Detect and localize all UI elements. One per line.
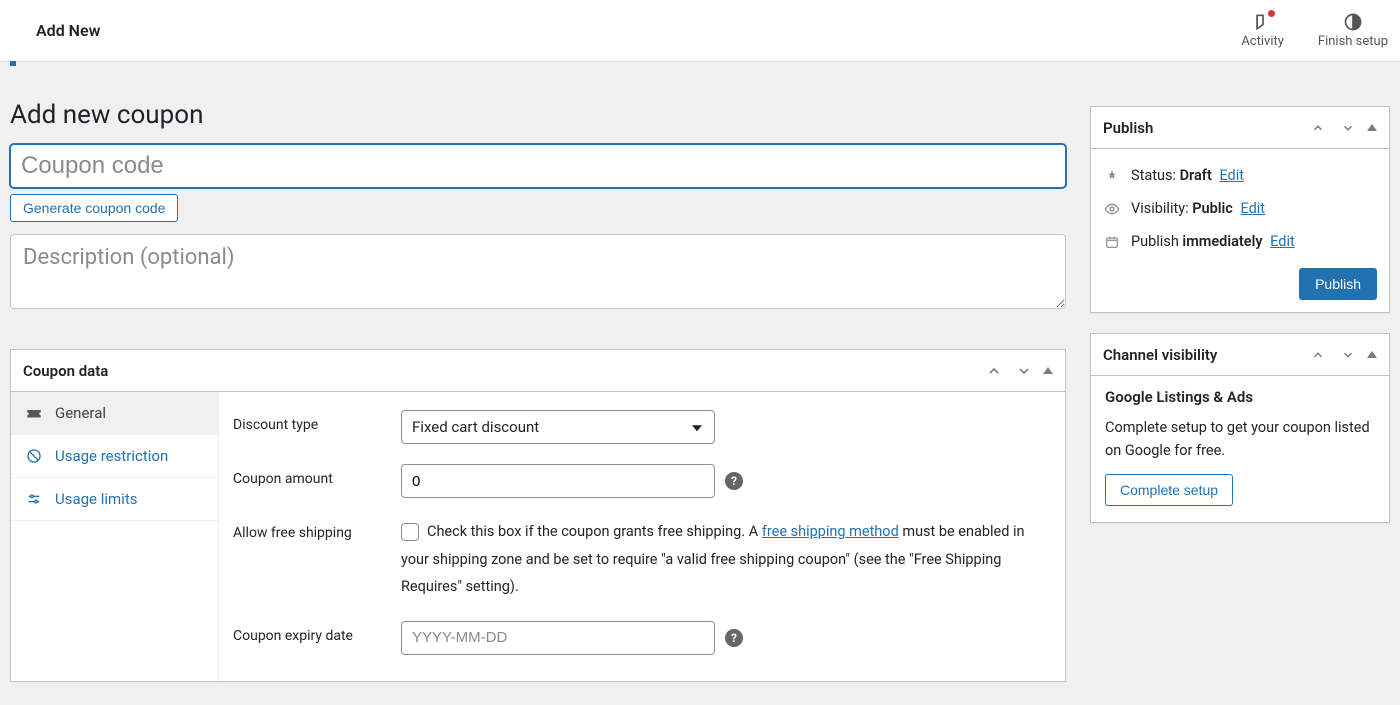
visibility-value: Public <box>1192 200 1233 217</box>
general-tab-fields: Discount type Fixed cart discount Coupon… <box>219 392 1065 681</box>
finish-setup-button[interactable]: Finish setup <box>1312 8 1394 53</box>
publish-button[interactable]: Publish <box>1299 268 1377 300</box>
expiry-date-input-wrap <box>401 621 715 655</box>
publish-panel: Publish Status: Draft Edit <box>1090 106 1390 313</box>
top-bar: Add New Activity Finish setup <box>0 0 1400 62</box>
page-breadcrumb: Add New <box>36 21 100 40</box>
help-icon[interactable]: ? <box>725 629 743 647</box>
free-shipping-description: Check this box if the coupon grants free… <box>401 518 1041 601</box>
coupon-data-title: Coupon data <box>23 362 108 380</box>
publish-time-edit-link[interactable]: Edit <box>1270 233 1295 250</box>
pin-icon <box>1103 169 1121 183</box>
activity-button[interactable]: Activity <box>1235 8 1290 53</box>
coupon-data-tabs: General Usage restriction Usage limits <box>11 392 219 681</box>
publish-time-value: immediately <box>1182 233 1262 250</box>
sliders-icon <box>25 490 43 508</box>
accent-line <box>10 61 16 66</box>
content-area: Add new coupon Generate coupon code Coup… <box>0 62 1400 702</box>
description-textarea[interactable] <box>10 234 1066 309</box>
visibility-edit-link[interactable]: Edit <box>1240 200 1265 217</box>
status-value: Draft <box>1180 167 1212 184</box>
channel-visibility-title: Channel visibility <box>1103 346 1217 364</box>
move-down-button[interactable] <box>1337 117 1359 139</box>
publish-time-label: Publish <box>1131 233 1179 250</box>
coupon-amount-input-wrap <box>401 464 715 498</box>
visibility-label: Visibility: <box>1131 200 1189 217</box>
page-title: Add new coupon <box>10 100 1066 130</box>
tab-usage-limits[interactable]: Usage limits <box>11 478 218 521</box>
free-shipping-method-link[interactable]: free shipping method <box>762 523 899 540</box>
free-shipping-row: Allow free shipping Check this box if th… <box>233 518 1041 601</box>
discount-type-value: Fixed cart discount <box>412 418 539 436</box>
panel-actions <box>983 360 1053 382</box>
move-up-button[interactable] <box>1307 344 1329 366</box>
activity-icon <box>1253 12 1273 32</box>
collapse-toggle-icon[interactable] <box>1367 124 1377 131</box>
coupon-data-body: General Usage restriction Usage limits <box>11 392 1065 681</box>
coupon-data-panel: Coupon data Ge <box>10 349 1066 682</box>
finish-setup-icon <box>1343 12 1363 32</box>
status-row: Status: Draft Edit <box>1103 159 1377 192</box>
generate-coupon-code-button[interactable]: Generate coupon code <box>10 194 178 222</box>
collapse-toggle-icon[interactable] <box>1043 367 1053 374</box>
publish-header: Publish <box>1091 107 1389 149</box>
move-down-button[interactable] <box>1337 344 1359 366</box>
complete-setup-button[interactable]: Complete setup <box>1105 474 1233 506</box>
expiry-date-label: Coupon expiry date <box>233 621 401 644</box>
main-column: Add new coupon Generate coupon code Coup… <box>10 74 1066 702</box>
coupon-amount-input[interactable] <box>412 473 704 490</box>
discount-type-row: Discount type Fixed cart discount <box>233 410 1041 444</box>
publish-time-row: Publish immediately Edit <box>1103 225 1377 258</box>
expiry-date-input[interactable] <box>412 629 704 646</box>
notification-dot-icon <box>1268 10 1275 17</box>
coupon-code-input[interactable] <box>10 144 1066 188</box>
sidebar-column: Publish Status: Draft Edit <box>1090 74 1390 543</box>
free-shipping-checkbox[interactable] <box>401 523 419 541</box>
tab-general[interactable]: General <box>11 392 218 435</box>
calendar-icon <box>1103 235 1121 249</box>
move-down-button[interactable] <box>1013 360 1035 382</box>
coupon-data-header: Coupon data <box>11 350 1065 392</box>
move-up-button[interactable] <box>983 360 1005 382</box>
publish-title: Publish <box>1103 119 1153 137</box>
allow-free-shipping-label: Allow free shipping <box>233 518 401 541</box>
eye-icon <box>1103 201 1121 217</box>
finish-setup-label: Finish setup <box>1318 34 1388 49</box>
discount-type-select[interactable]: Fixed cart discount <box>401 410 715 444</box>
expiry-date-row: Coupon expiry date ? <box>233 621 1041 655</box>
tab-usage-restriction[interactable]: Usage restriction <box>11 435 218 478</box>
visibility-row: Visibility: Public Edit <box>1103 192 1377 225</box>
tab-usage-restriction-label: Usage restriction <box>55 447 168 465</box>
tab-general-label: General <box>55 404 106 422</box>
topbar-right: Activity Finish setup <box>1235 8 1400 53</box>
activity-label: Activity <box>1241 34 1284 49</box>
tab-usage-limits-label: Usage limits <box>55 490 137 508</box>
channel-visibility-header: Channel visibility <box>1091 334 1389 376</box>
channel-visibility-body: Google Listings & Ads Complete setup to … <box>1091 376 1389 522</box>
coupon-amount-label: Coupon amount <box>233 464 401 487</box>
channel-visibility-panel: Channel visibility Google Listings & Ads… <box>1090 333 1390 523</box>
free-shipping-text-before: Check this box if the coupon grants free… <box>427 523 762 540</box>
status-label: Status: <box>1131 167 1176 184</box>
coupon-amount-row: Coupon amount ? <box>233 464 1041 498</box>
google-listings-title: Google Listings & Ads <box>1105 388 1375 406</box>
channel-visibility-desc: Complete setup to get your coupon listed… <box>1105 416 1375 462</box>
help-icon[interactable]: ? <box>725 472 743 490</box>
block-icon <box>25 447 43 465</box>
publish-body: Status: Draft Edit Visibility: Public Ed… <box>1091 149 1389 312</box>
ticket-icon <box>25 404 43 422</box>
discount-type-label: Discount type <box>233 410 401 433</box>
move-up-button[interactable] <box>1307 117 1329 139</box>
status-edit-link[interactable]: Edit <box>1219 167 1244 184</box>
collapse-toggle-icon[interactable] <box>1367 351 1377 358</box>
